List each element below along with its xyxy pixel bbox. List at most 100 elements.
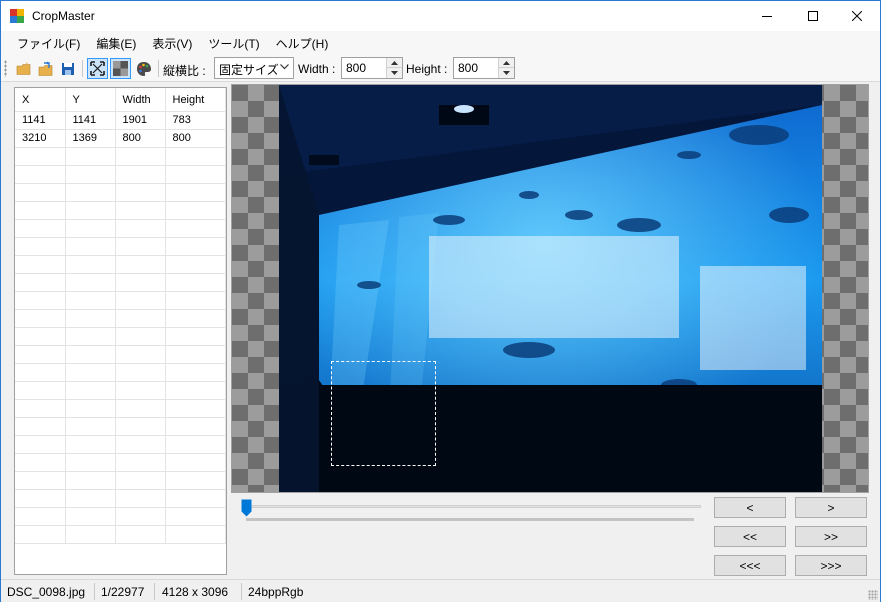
empty-cell bbox=[65, 165, 116, 184]
menu-view[interactable]: 表示(V) bbox=[144, 32, 200, 55]
toolbar: 縦横比 : 固定サイズ Width : 800 Height : 800 bbox=[1, 55, 880, 82]
toolbar-separator bbox=[82, 60, 83, 77]
resize-grip[interactable] bbox=[868, 590, 878, 600]
cell-x[interactable]: 1141 bbox=[15, 111, 66, 130]
column-header-x[interactable]: X bbox=[15, 88, 66, 112]
empty-cell bbox=[115, 291, 166, 310]
height-input[interactable]: 800 bbox=[453, 57, 515, 79]
width-increment-button[interactable] bbox=[387, 58, 402, 68]
empty-cell bbox=[115, 345, 166, 364]
next-10-button[interactable]: >> bbox=[795, 526, 867, 547]
image-position-slider-thumb[interactable] bbox=[241, 499, 252, 517]
empty-cell bbox=[165, 183, 226, 202]
column-header-y[interactable]: Y bbox=[65, 88, 116, 112]
empty-cell bbox=[15, 201, 66, 220]
next-100-button[interactable]: >>> bbox=[795, 555, 867, 576]
empty-cell bbox=[115, 219, 166, 238]
crop-region-2[interactable] bbox=[700, 266, 806, 370]
close-button[interactable] bbox=[834, 1, 880, 31]
menu-file[interactable]: ファイル(F) bbox=[9, 32, 88, 55]
cell-y[interactable]: 1141 bbox=[65, 111, 116, 130]
image-position-slider-track[interactable] bbox=[246, 505, 701, 508]
table-row[interactable]: 3210 1369 800 800 bbox=[15, 129, 226, 148]
empty-cell bbox=[65, 363, 116, 382]
empty-cell bbox=[115, 273, 166, 292]
column-header-width[interactable]: Width bbox=[115, 88, 166, 112]
empty-cell bbox=[65, 327, 116, 346]
width-input[interactable]: 800 bbox=[341, 57, 403, 79]
menu-help[interactable]: ヘルプ(H) bbox=[268, 32, 337, 55]
empty-cell bbox=[165, 417, 226, 436]
aspect-ratio-select[interactable]: 固定サイズ bbox=[214, 57, 294, 79]
fit-window-button[interactable] bbox=[87, 58, 108, 79]
prev-10-button[interactable]: << bbox=[714, 526, 786, 547]
empty-cell bbox=[15, 489, 66, 508]
cell-width[interactable]: 1901 bbox=[115, 111, 166, 130]
cell-y[interactable]: 1369 bbox=[65, 129, 116, 148]
empty-cell bbox=[15, 327, 66, 346]
empty-cell bbox=[115, 489, 166, 508]
open-file-button[interactable] bbox=[35, 58, 56, 79]
menu-edit[interactable]: 編集(E) bbox=[88, 32, 144, 55]
open-folder-button[interactable] bbox=[13, 58, 34, 79]
crop-region-1[interactable] bbox=[429, 236, 679, 338]
empty-cell bbox=[15, 309, 66, 328]
empty-table-row bbox=[15, 237, 226, 256]
empty-cell bbox=[165, 165, 226, 184]
empty-table-row bbox=[15, 453, 226, 472]
empty-cell bbox=[165, 507, 226, 526]
empty-table-row bbox=[15, 201, 226, 220]
prev-button[interactable]: < bbox=[714, 497, 786, 518]
cell-height[interactable]: 783 bbox=[165, 111, 226, 130]
image-canvas[interactable] bbox=[231, 84, 869, 493]
empty-table-row bbox=[15, 345, 226, 364]
column-header-height[interactable]: Height bbox=[165, 88, 226, 112]
crop-selection[interactable] bbox=[331, 361, 436, 466]
menu-tools[interactable]: ツール(T) bbox=[200, 32, 267, 55]
crop-list-grid[interactable]: X Y Width Height 1141 1141 1901 783 3210… bbox=[14, 87, 227, 575]
next-button[interactable]: > bbox=[795, 497, 867, 518]
prev-100-button[interactable]: <<< bbox=[714, 555, 786, 576]
empty-cell bbox=[15, 147, 66, 166]
height-decrement-button[interactable] bbox=[499, 68, 514, 78]
empty-cell bbox=[115, 381, 166, 400]
chevron-down-icon bbox=[280, 64, 289, 70]
empty-cell bbox=[65, 399, 116, 418]
cell-height[interactable]: 800 bbox=[165, 129, 226, 148]
empty-table-row bbox=[15, 435, 226, 454]
empty-cell bbox=[165, 525, 226, 544]
empty-cell bbox=[165, 381, 226, 400]
window-title: CropMaster bbox=[32, 9, 95, 23]
width-label: Width : bbox=[298, 62, 336, 76]
table-header-row: X Y Width Height bbox=[15, 88, 226, 112]
height-spin-buttons bbox=[498, 58, 514, 78]
width-decrement-button[interactable] bbox=[387, 68, 402, 78]
cell-width[interactable]: 800 bbox=[115, 129, 166, 148]
empty-cell bbox=[165, 489, 226, 508]
empty-cell bbox=[65, 201, 116, 220]
empty-cell bbox=[65, 273, 116, 292]
save-button[interactable] bbox=[57, 58, 78, 79]
arrow-up-icon bbox=[503, 60, 510, 65]
empty-cell bbox=[65, 219, 116, 238]
empty-cell bbox=[65, 417, 116, 436]
height-increment-button[interactable] bbox=[499, 58, 514, 68]
table-row[interactable]: 1141 1141 1901 783 bbox=[15, 111, 226, 130]
minimize-button[interactable] bbox=[744, 1, 790, 31]
empty-cell bbox=[15, 237, 66, 256]
empty-table-row bbox=[15, 183, 226, 202]
empty-cell bbox=[115, 435, 166, 454]
maximize-button[interactable] bbox=[790, 1, 836, 31]
empty-cell bbox=[115, 327, 166, 346]
empty-table-row bbox=[15, 525, 226, 544]
aspect-ratio-label: 縦横比 : bbox=[163, 64, 206, 78]
toolbar-grip[interactable] bbox=[4, 60, 7, 77]
empty-cell bbox=[115, 363, 166, 382]
open-file-icon bbox=[38, 61, 52, 76]
status-filename: DSC_0098.jpg bbox=[7, 585, 86, 599]
transparent-background-button[interactable] bbox=[110, 58, 131, 79]
empty-cell bbox=[15, 507, 66, 526]
background-color-button[interactable] bbox=[133, 58, 154, 79]
empty-cell bbox=[165, 291, 226, 310]
cell-x[interactable]: 3210 bbox=[15, 129, 66, 148]
